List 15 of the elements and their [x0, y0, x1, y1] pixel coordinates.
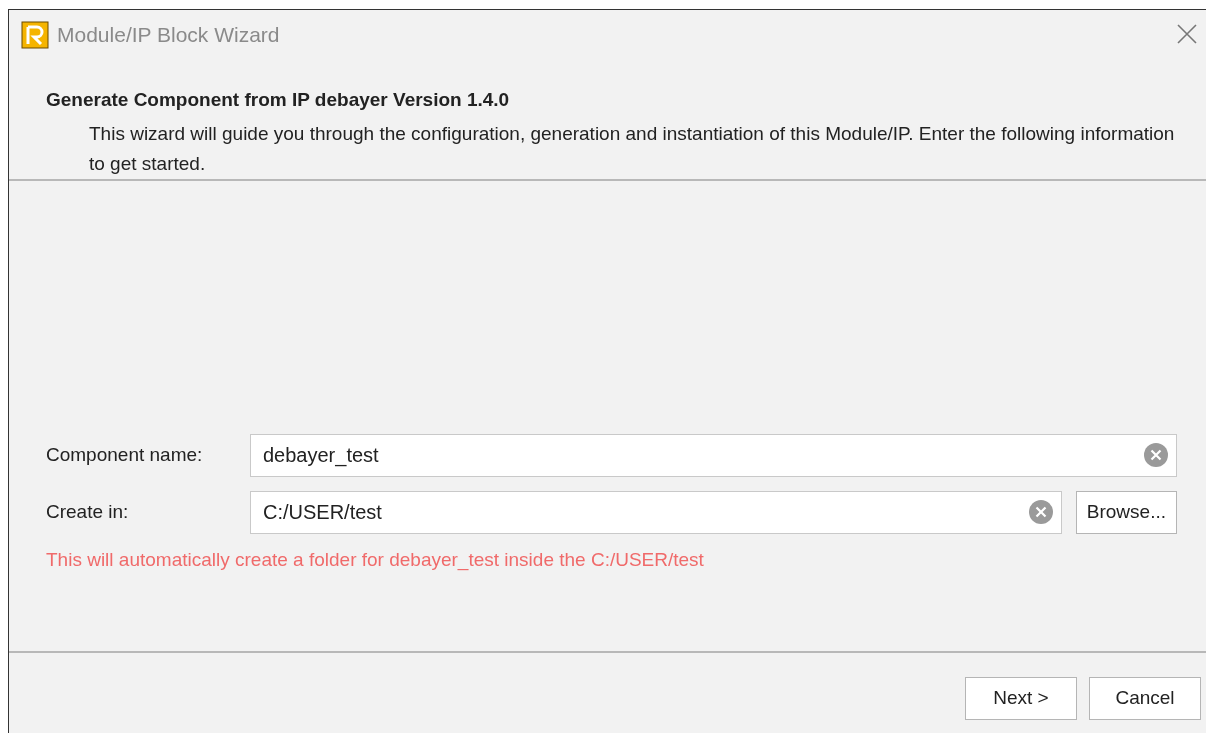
close-icon[interactable]	[1176, 23, 1198, 45]
window-title: Module/IP Block Wizard	[57, 22, 280, 49]
app-logo-icon	[21, 21, 49, 49]
info-note: This will automatically create a folder for debayer_test inside the C:/USER/test	[46, 548, 705, 573]
browse-button[interactable]: Browse...	[1075, 491, 1177, 534]
header-description: This wizard will guide you through the configuration, generation and instantiation of this Module/IP. Enter the following information to get started.	[89, 121, 1176, 176]
cancel-button[interactable]: Cancel	[1089, 677, 1201, 720]
input-field[interactable]: C:/USER/test	[250, 491, 1062, 534]
input-field[interactable]: debayer_test	[250, 434, 1177, 477]
header-title: Generate Component from IP debayer Version 1.4.0	[46, 88, 511, 112]
next-button[interactable]: Next >	[965, 677, 1077, 720]
clear-icon[interactable]	[1143, 442, 1169, 468]
field-label: Create in:	[46, 500, 130, 525]
field-label: Component name:	[46, 443, 204, 468]
clear-icon[interactable]	[1027, 499, 1054, 525]
